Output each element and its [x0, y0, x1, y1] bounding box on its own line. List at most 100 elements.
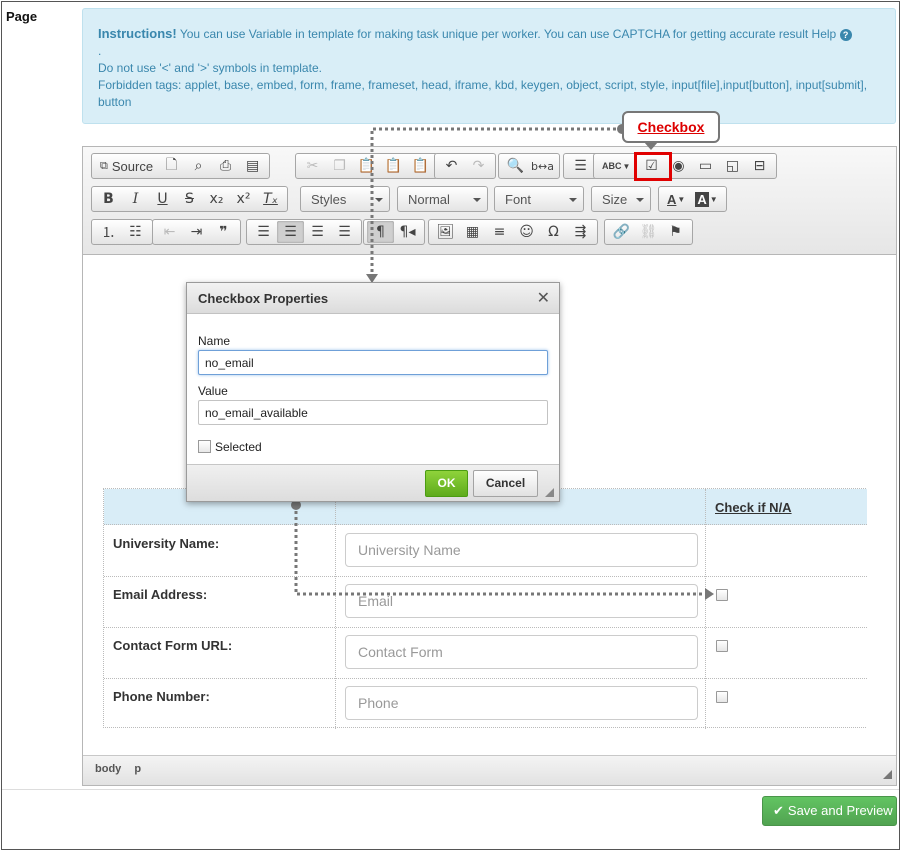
- numbered-list-button[interactable]: ⒈: [95, 221, 122, 243]
- name-field[interactable]: no_email: [198, 350, 548, 375]
- paste-word-button[interactable]: 📋: [407, 155, 434, 177]
- smiley-button[interactable]: ☺: [513, 221, 540, 243]
- path-item-p[interactable]: p: [134, 763, 141, 775]
- table-button[interactable]: ▦: [459, 221, 486, 243]
- bulleted-list-button[interactable]: ☷: [122, 221, 149, 243]
- blockquote-button[interactable]: ❞: [210, 221, 237, 243]
- indent-icon: ⇥: [190, 224, 203, 240]
- select-all-button[interactable]: ☰: [567, 155, 594, 177]
- save-preview-button[interactable]: ✔ Save and Preview: [762, 796, 897, 826]
- italic-label: I: [132, 191, 139, 207]
- text-field-button[interactable]: ▭: [692, 155, 719, 177]
- styles-dropdown[interactable]: Styles: [300, 186, 390, 212]
- instructions-line3: Forbidden tags: applet, base, embed, for…: [98, 78, 868, 109]
- phone-input[interactable]: Phone: [345, 686, 698, 720]
- dialog-title-bar[interactable]: Checkbox Properties ✕: [187, 283, 559, 314]
- bg-color-button[interactable]: A ▼: [690, 188, 722, 210]
- italic-button[interactable]: I: [122, 188, 149, 210]
- align-group: ☰ ☰ ☰ ☰: [246, 219, 362, 245]
- rtl-button[interactable]: ¶◂: [394, 221, 421, 243]
- email-input[interactable]: Email: [345, 584, 698, 618]
- find-button[interactable]: 🔍: [502, 155, 529, 177]
- font-dropdown[interactable]: Font: [494, 186, 584, 212]
- contact-form-input[interactable]: Contact Form: [345, 635, 698, 669]
- superscript-button[interactable]: x²: [230, 188, 257, 210]
- align-right-icon: ☰: [311, 224, 324, 240]
- dialog-footer: OK Cancel: [187, 464, 559, 501]
- image-button[interactable]: 🖼: [432, 221, 459, 243]
- value-field[interactable]: no_email_available: [198, 400, 548, 425]
- size-label: Size: [602, 192, 628, 207]
- contact-na-checkbox[interactable]: [716, 640, 728, 652]
- source-button[interactable]: ⧉ Source: [95, 155, 158, 177]
- university-name-input[interactable]: University Name: [345, 533, 698, 567]
- align-left-button[interactable]: ☰: [250, 221, 277, 243]
- horizontal-line-button[interactable]: ≡: [486, 221, 513, 243]
- dialog-resize-handle[interactable]: [545, 488, 554, 497]
- new-page-button[interactable]: 🗋: [158, 155, 185, 177]
- copy-button[interactable]: ❐: [326, 155, 353, 177]
- cancel-button[interactable]: Cancel: [473, 470, 538, 497]
- path-item-body[interactable]: body: [95, 763, 121, 775]
- print-icon: ⎙: [219, 158, 232, 174]
- align-center-button[interactable]: ☰: [277, 221, 304, 243]
- justify-button[interactable]: ☰: [331, 221, 358, 243]
- outdent-button[interactable]: ⇤: [156, 221, 183, 243]
- phone-na-checkbox[interactable]: [716, 691, 728, 703]
- align-right-button[interactable]: ☰: [304, 221, 331, 243]
- subscript-button[interactable]: x₂: [203, 188, 230, 210]
- page-break-button[interactable]: ⇶: [567, 221, 594, 243]
- header-check-na: Check if N/A: [715, 500, 792, 515]
- spellcheck-button[interactable]: ABC ▼: [597, 155, 635, 177]
- email-na-checkbox[interactable]: [716, 589, 728, 601]
- paste-button[interactable]: 📋: [353, 155, 380, 177]
- flag-icon: ⚑: [669, 224, 682, 240]
- save-preview-label: Save and Preview: [787, 803, 893, 818]
- format-dropdown[interactable]: Normal: [397, 186, 488, 212]
- resize-handle[interactable]: [883, 770, 892, 779]
- print-button[interactable]: ⎙: [212, 155, 239, 177]
- underline-button[interactable]: U: [149, 188, 176, 210]
- undo-button[interactable]: ↶: [438, 155, 465, 177]
- special-char-button[interactable]: Ω: [540, 221, 567, 243]
- anchor-button[interactable]: ⚑: [662, 221, 689, 243]
- select-field-button[interactable]: ⊟: [746, 155, 773, 177]
- chevron-down-icon: ▼: [677, 194, 686, 204]
- indent-button[interactable]: ⇥: [183, 221, 210, 243]
- chevron-down-icon: ▼: [709, 194, 718, 204]
- instructions-panel: Instructions! You can use Variable in te…: [82, 8, 896, 124]
- instructions-dot: .: [98, 44, 102, 58]
- strike-button[interactable]: S: [176, 188, 203, 210]
- close-icon[interactable]: ✕: [537, 288, 550, 307]
- ltr-button[interactable]: ¶: [367, 221, 394, 243]
- cut-button[interactable]: ✂: [299, 155, 326, 177]
- link-button[interactable]: 🔗: [608, 221, 635, 243]
- font-label: Font: [505, 192, 532, 207]
- smiley-icon: ☺: [519, 224, 534, 240]
- ok-button[interactable]: OK: [425, 470, 468, 497]
- spellcheck-label: ABC: [602, 161, 622, 171]
- preview-button[interactable]: ⌕: [185, 155, 212, 177]
- cut-icon: ✂: [306, 158, 319, 174]
- paste-text-button[interactable]: 📋: [380, 155, 407, 177]
- redo-button[interactable]: ↷: [465, 155, 492, 177]
- radio-icon: ◉: [672, 158, 685, 174]
- bold-button[interactable]: B: [95, 188, 122, 210]
- textarea-button[interactable]: ◱: [719, 155, 746, 177]
- document-group: ⧉ Source 🗋 ⌕ ⎙ ▤: [91, 153, 271, 179]
- label-phone-number: Phone Number:: [113, 689, 210, 704]
- remove-format-button[interactable]: Tₓ: [257, 188, 284, 210]
- size-dropdown[interactable]: Size: [591, 186, 651, 212]
- replace-button[interactable]: b↔a: [529, 155, 556, 177]
- question-circle-icon[interactable]: ?: [839, 29, 852, 41]
- row-divider: [104, 576, 867, 577]
- templates-button[interactable]: ▤: [239, 155, 266, 177]
- text-color-button[interactable]: A ▼: [662, 188, 690, 210]
- paragraph-ltr-icon: ¶: [376, 224, 385, 240]
- unlink-button[interactable]: ⛓: [635, 221, 662, 243]
- direction-group: ¶ ¶◂: [363, 219, 425, 245]
- preview-icon: ⌕: [194, 158, 203, 174]
- selected-checkbox[interactable]: [198, 440, 211, 453]
- numbered-list-icon: ⒈: [101, 225, 116, 241]
- new-page-icon: 🗋: [165, 157, 178, 173]
